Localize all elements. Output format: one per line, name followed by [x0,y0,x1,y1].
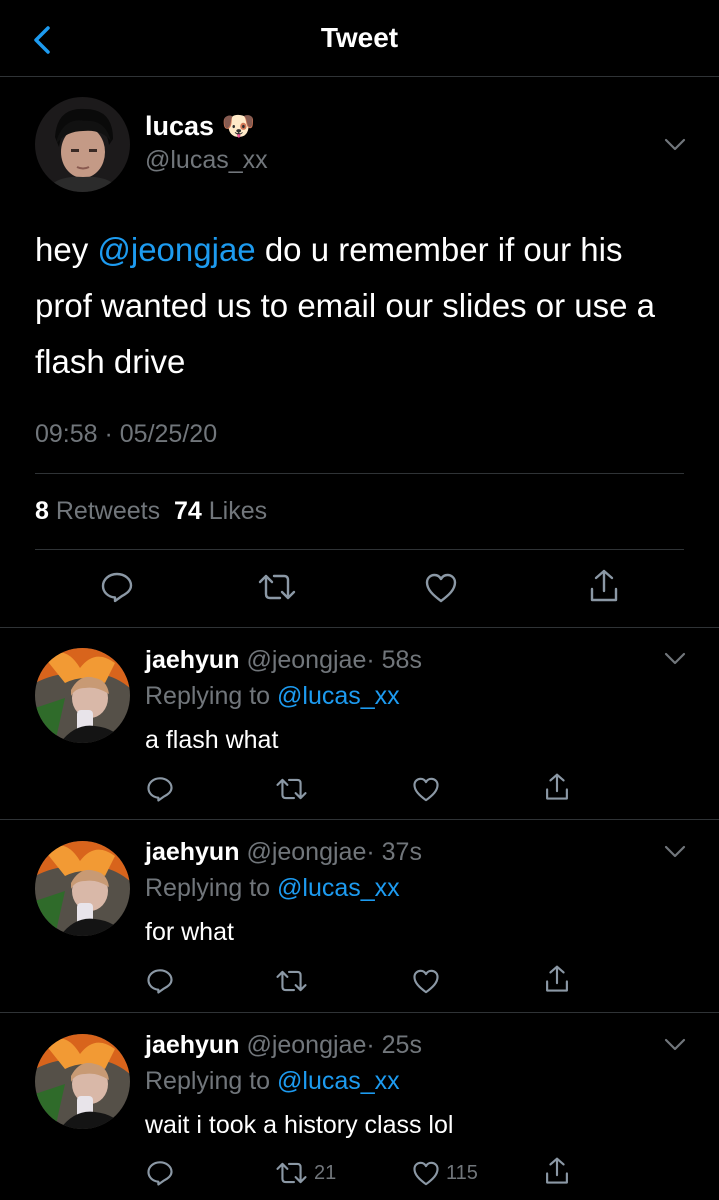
replying-to-label: Replying to [145,1067,271,1095]
retweet-icon [258,574,296,600]
reply-button[interactable] [100,570,134,604]
reply-button[interactable] [146,775,174,803]
tweet-timestamp[interactable]: 09:58 · 05/25/20 [35,420,217,449]
chevron-down-icon[interactable] [664,1038,686,1052]
chevron-down-icon[interactable] [664,652,686,666]
retweet-button[interactable]: 21 [275,1159,336,1187]
replying-to-link[interactable]: @lucas_xx [277,874,400,902]
chevron-down-icon[interactable] [664,845,686,859]
divider [35,473,684,474]
share-button[interactable] [543,1156,571,1186]
author-name-row: lucas 🐶 [145,110,255,142]
reply-author-handle[interactable]: @jeongjae [246,838,366,866]
reply-icon [147,969,173,994]
reply-button[interactable] [146,967,174,995]
retweet-button[interactable] [275,967,314,995]
divider [35,549,684,550]
share-icon [546,1157,568,1184]
reply-icon [147,777,173,802]
reply-author-name[interactable]: jaehyun [145,838,239,866]
reply-author-name[interactable]: jaehyun [145,646,239,674]
reply-icon [101,572,133,603]
like-label[interactable]: Likes [209,497,267,525]
avatar[interactable] [35,841,130,936]
reply-text: a flash what [145,726,279,754]
divider [0,627,719,628]
reply-header: jaehyun @jeongjae· 37s [145,838,422,867]
divider [0,819,719,820]
tweet-text-part: hey [35,231,98,268]
like-button[interactable] [412,776,446,803]
replying-to: Replying to @lucas_xx [145,682,400,711]
retweet-icon [276,778,307,800]
like-count: 115 [446,1162,478,1184]
reply-header: jaehyun @jeongjae· 25s [145,1031,422,1060]
retweet-label[interactable]: Retweets [56,497,160,525]
replying-to-link[interactable]: @lucas_xx [277,682,400,710]
mention-link[interactable]: @jeongjae [97,231,255,268]
share-button[interactable] [543,964,571,994]
author-name[interactable]: lucas [145,111,214,141]
avatar[interactable] [35,97,130,192]
reply-author-name[interactable]: jaehyun [145,1031,239,1059]
retweet-count[interactable]: 8 [35,497,49,525]
reply-time: · 58s [366,646,422,674]
share-icon [546,965,568,992]
dog-face-emoji: 🐶 [221,111,256,141]
reply-icon [147,1161,173,1186]
share-icon [590,569,618,602]
replying-to-label: Replying to [145,682,271,710]
reply-button[interactable] [146,1159,174,1187]
retweet-icon [276,970,307,992]
tweet-text: hey @jeongjae do u remember if our his p… [35,222,685,390]
avatar[interactable] [35,648,130,743]
replying-to: Replying to @lucas_xx [145,874,400,903]
share-button[interactable] [587,568,621,604]
divider [0,1012,719,1013]
retweet-button[interactable] [257,570,297,604]
like-button[interactable] [412,968,446,995]
like-button[interactable]: 115 [412,1160,478,1187]
like-button[interactable] [424,572,458,604]
reply-text: wait i took a history class lol [145,1111,454,1139]
reply-time: · 37s [366,838,422,866]
like-icon [413,777,439,802]
share-button[interactable] [543,772,571,802]
replying-to: Replying to @lucas_xx [145,1067,400,1096]
like-icon [413,1161,439,1186]
retweet-icon [276,1162,307,1184]
reply-text: for what [145,918,234,946]
tweet-stats: 8 Retweets 74 Likes [35,497,267,526]
reply-header: jaehyun @jeongjae· 58s [145,646,422,675]
replying-to-link[interactable]: @lucas_xx [277,1067,400,1095]
replying-to-label: Replying to [145,874,271,902]
reply-time: · 25s [366,1031,422,1059]
chevron-down-icon[interactable] [664,138,686,152]
share-icon [546,773,568,800]
retweet-count: 21 [314,1161,337,1184]
reply-author-handle[interactable]: @jeongjae [246,646,366,674]
retweet-button[interactable] [275,775,314,803]
page-title: Tweet [320,22,399,53]
top-bar: Tweet [0,0,719,77]
author-handle[interactable]: @lucas_xx [145,146,268,175]
like-count[interactable]: 74 [174,497,202,525]
like-icon [413,969,439,994]
avatar[interactable] [35,1034,130,1129]
reply-author-handle[interactable]: @jeongjae [246,1031,366,1059]
like-icon [425,573,457,603]
